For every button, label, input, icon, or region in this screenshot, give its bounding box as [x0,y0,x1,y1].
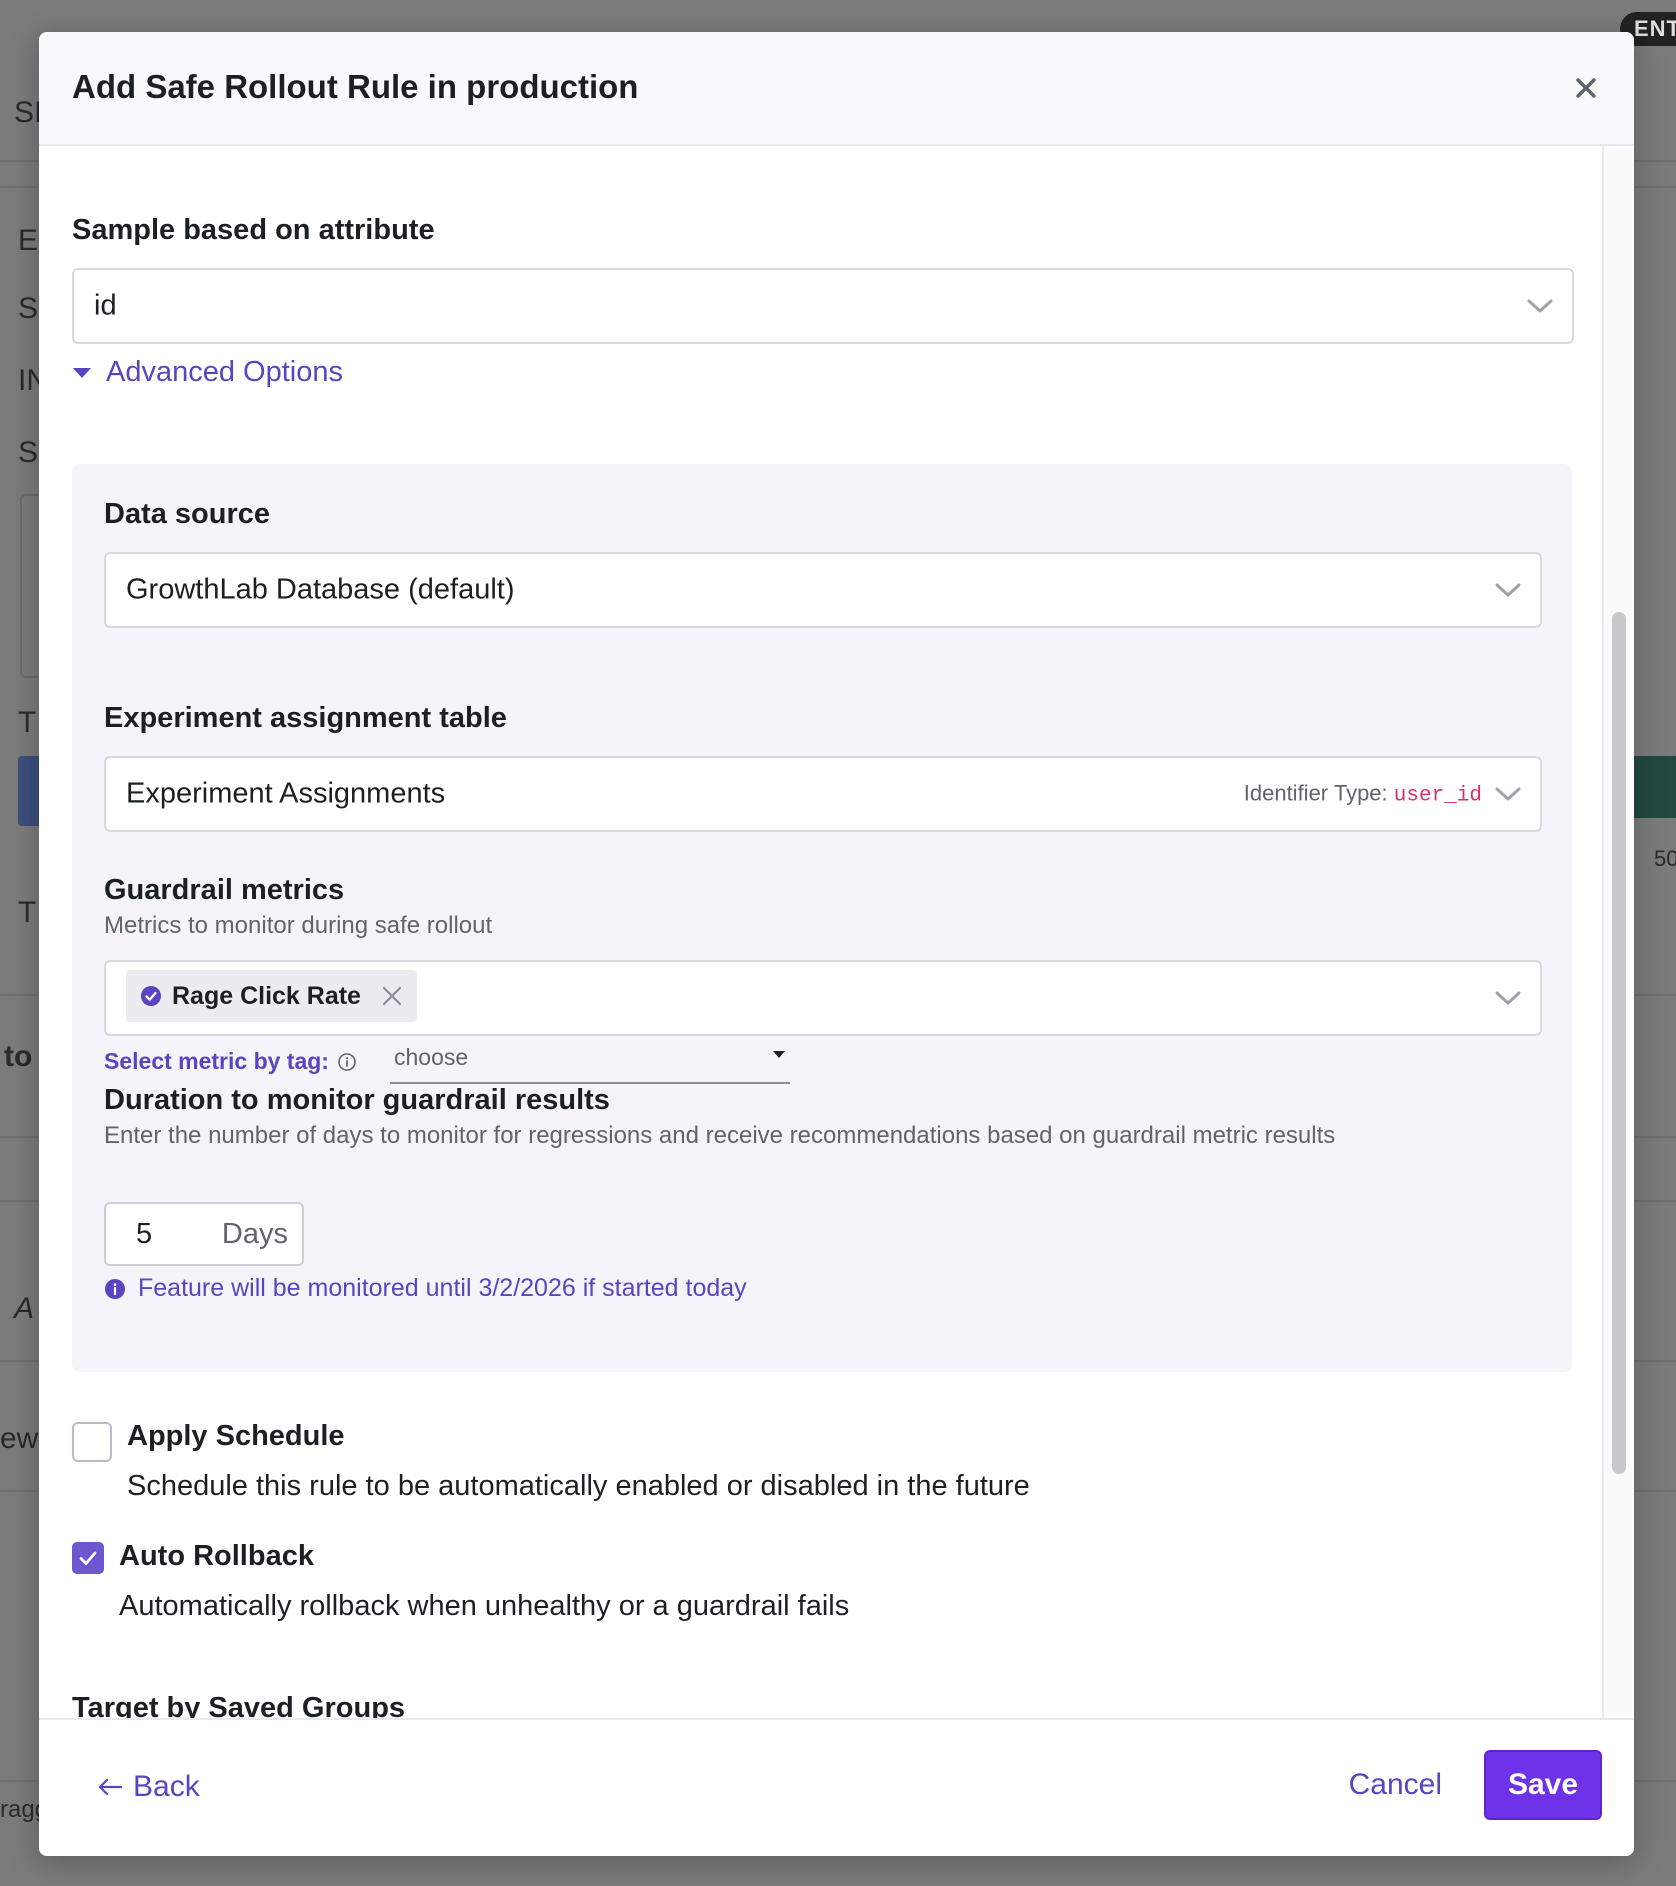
metric-tag-selector: Select metric by tag: [104,1048,357,1075]
scrollbar-thumb[interactable] [1612,612,1626,1474]
advanced-options-toggle[interactable]: Advanced Options [72,356,343,389]
sample-attribute-select[interactable]: id [72,268,1574,344]
bg-snippet: 50 [1654,846,1676,871]
verified-badge-icon [141,986,161,1006]
chevron-down-icon [1495,583,1521,597]
save-button[interactable]: Save [1484,1750,1602,1820]
guardrail-metrics-help: Metrics to monitor during safe rollout [104,912,493,939]
bg-snippet: E [18,224,39,257]
duration-label: Duration to monitor guardrail results [104,1084,610,1116]
info-icon [338,1052,356,1071]
bg-snippet: to [4,1040,33,1073]
chevron-down-icon [1495,787,1521,801]
duration-days-unit: Days [221,1218,288,1250]
auto-rollback-description: Automatically rollback when unhealthy or… [119,1590,850,1622]
back-button[interactable]: Back [97,1770,200,1804]
apply-schedule-title: Apply Schedule [127,1420,345,1452]
bg-bar [1634,756,1676,818]
caret-down-icon [73,367,91,378]
safe-rollout-dialog: Add Safe Rollout Rule in production Samp… [39,32,1634,1856]
apply-schedule-checkbox[interactable] [72,1422,112,1462]
arrow-left-icon [98,1778,123,1796]
dialog-footer: Back Cancel Save [39,1718,1634,1856]
check-icon [79,1551,97,1565]
bg-snippet: ew [0,1422,39,1455]
dialog-title: Add Safe Rollout Rule in production [72,68,639,105]
identifier-type-label: Identifier Type: [1243,780,1388,806]
bg-snippet: T [18,706,37,739]
guardrail-metrics-label: Guardrail metrics [104,874,345,906]
remove-metric-icon[interactable] [379,983,405,1009]
assignment-table-select[interactable]: Experiment Assignments Identifier Type: … [104,756,1542,832]
dialog-header: Add Safe Rollout Rule in production [39,32,1634,146]
duration-days-value: 5 [136,1218,153,1250]
info-filled-icon [105,1278,125,1299]
bg-snippet: A [14,1292,35,1325]
duration-help: Enter the number of days to monitor for … [104,1122,1336,1149]
metric-tag-label: Select metric by tag: [104,1048,329,1074]
metric-tag-placeholder: choose [394,1044,469,1070]
metric-chip-label: Rage Click Rate [172,981,361,1010]
cancel-button[interactable]: Cancel [1349,1768,1442,1802]
duration-days-input[interactable]: 5 Days [104,1202,304,1266]
sample-attribute-label: Sample based on attribute [72,214,435,246]
metric-chip: Rage Click Rate [126,970,417,1022]
data-source-select[interactable]: GrowthLab Database (default) [104,552,1542,628]
assignment-table-label: Experiment assignment table [104,702,507,734]
chevron-down-icon [1495,991,1521,1005]
data-source-value: GrowthLab Database (default) [126,573,515,606]
advanced-options-panel: Data source GrowthLab Database (default)… [72,464,1572,1372]
close-icon [1576,78,1596,98]
auto-rollback-title: Auto Rollback [119,1540,314,1572]
identifier-type-value: user_id [1393,784,1482,808]
guardrail-metrics-select[interactable]: Rage Click Rate [104,960,1542,1036]
data-source-label: Data source [104,498,271,530]
monitor-until-note: Feature will be monitored until 3/2/2026… [104,1274,747,1303]
bg-snippet: T [18,896,37,929]
scrollbar-track[interactable] [1602,146,1634,1752]
sample-attribute-value: id [94,289,117,322]
auto-rollback-checkbox[interactable] [72,1542,104,1574]
close-button[interactable] [1568,70,1604,106]
back-label: Back [133,1770,200,1803]
monitor-until-text: Feature will be monitored until 3/2/2026… [138,1274,747,1302]
assignment-table-value: Experiment Assignments [126,777,446,810]
apply-schedule-description: Schedule this rule to be automatically e… [127,1470,1030,1502]
advanced-options-label: Advanced Options [106,356,343,388]
bg-snippet: S [18,292,39,325]
identifier-type: Identifier Type: user_id [1244,781,1482,808]
bg-snippet: S [18,436,39,469]
caret-down-icon [773,1051,785,1058]
chevron-down-icon [1527,299,1553,313]
dialog-body: Sample based on attribute id Advanced Op… [39,146,1634,1752]
metric-tag-dropdown[interactable]: choose [390,1036,790,1084]
